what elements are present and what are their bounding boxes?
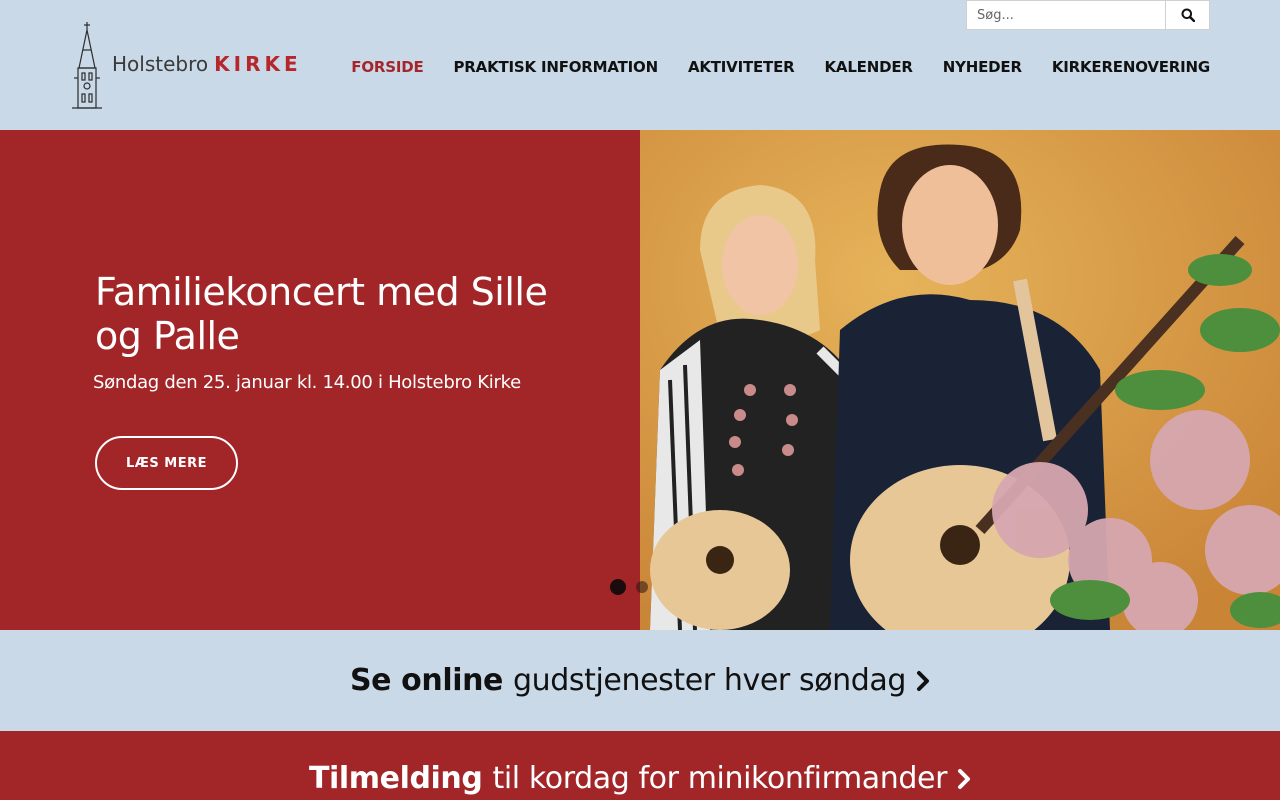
read-more-button[interactable]: LÆS MERE [95,436,238,490]
nav-item-praktisk-information[interactable]: PRAKTISK INFORMATION [454,58,659,76]
site-title-suffix: KIRKE [214,52,302,76]
main-nav: FORSIDE PRAKTISK INFORMATION AKTIVITETER… [351,58,1210,76]
church-tower-logo-icon [72,22,102,109]
online-services-banner[interactable]: Se online gudstjenester hver søndag [0,630,1280,731]
nav-item-kirkerenovering[interactable]: KIRKERENOVERING [1052,58,1210,76]
online-services-text: Se online gudstjenester hver søndag [350,663,930,698]
slider-dot-2[interactable] [636,581,648,593]
search-icon [1181,8,1195,22]
hero-subtitle: Søndag den 25. januar kl. 14.00 i Holste… [93,372,521,393]
site-logo[interactable]: Holstebro KIRKE [70,20,310,110]
hero-title: Familiekoncert med Sille og Palle [95,270,548,358]
site-title: Holstebro KIRKE [112,52,302,76]
chevron-right-icon [917,670,930,691]
nav-item-aktiviteter[interactable]: AKTIVITETER [688,58,795,76]
registration-text: Tilmelding til kordag for minikonfirmand… [309,761,971,796]
registration-bold: Tilmelding [308,761,483,796]
hero-slider: Familiekoncert med Sille og Palle Søndag… [0,130,1280,630]
online-services-rest: gudstjenester hver søndag [513,663,907,698]
hero-photo [640,130,1280,630]
nav-item-kalender[interactable]: KALENDER [824,58,912,76]
nav-item-forside[interactable]: FORSIDE [351,58,423,76]
site-header: HolstebroKIRKE FORSIDE PRAKTISK INFORMAT… [0,0,1280,130]
site-title-prefix: Holstebro [112,52,209,76]
slider-dot-1[interactable] [610,579,626,595]
nav-item-nyheder[interactable]: NYHEDER [943,58,1022,76]
registration-rest: til kordag for minikonfirmander [492,761,948,796]
slider-dots [610,579,648,595]
hero-text-panel: Familiekoncert med Sille og Palle Søndag… [0,130,640,630]
chevron-right-icon [958,768,971,789]
search-input[interactable] [966,0,1166,30]
musicians-photo [640,130,1280,630]
search-form [966,0,1210,30]
registration-banner[interactable]: Tilmelding til kordag for minikonfirmand… [0,731,1280,800]
online-services-bold: Se online [349,663,503,698]
search-button[interactable] [1166,0,1210,30]
